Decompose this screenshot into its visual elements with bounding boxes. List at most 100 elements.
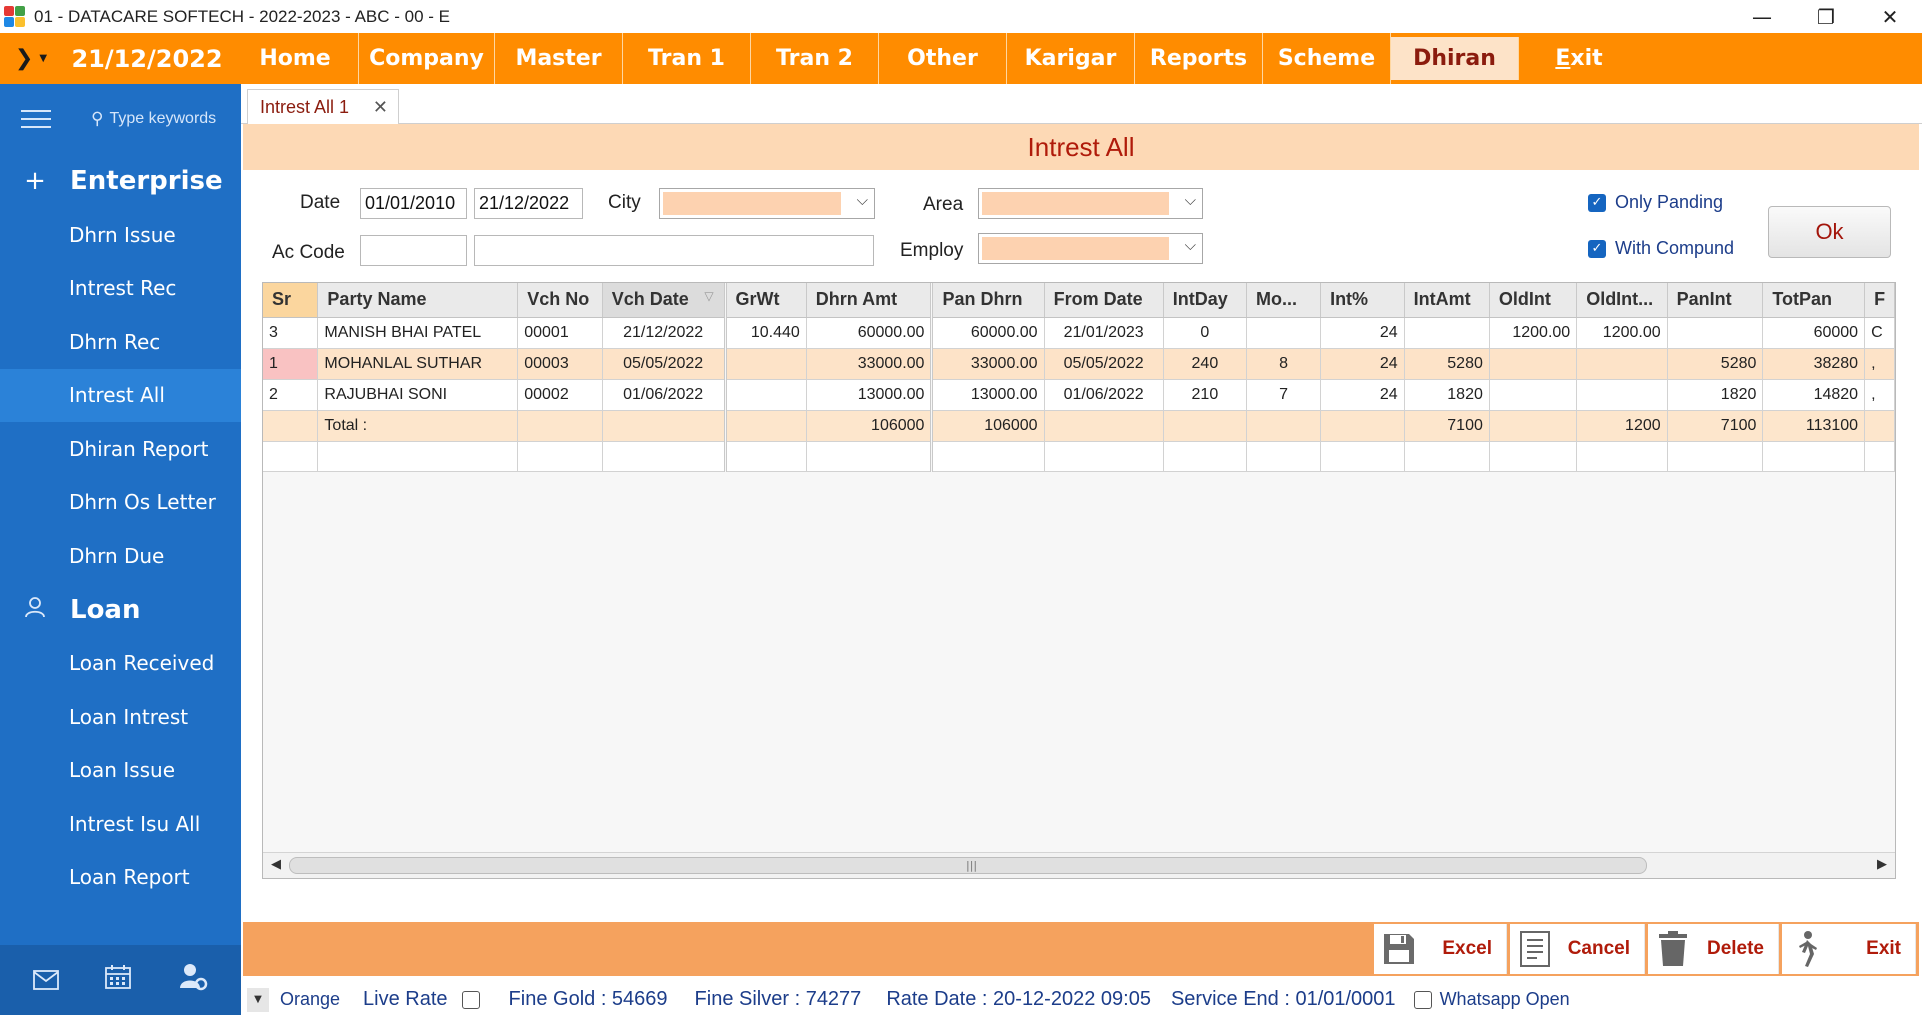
theme-dropdown[interactable]: ▼ xyxy=(247,987,269,1012)
cell-pan-dhrn: 13000.00 xyxy=(931,379,1045,411)
section-enterprise[interactable]: + Enterprise xyxy=(0,154,241,208)
excel-button[interactable]: Excel xyxy=(1374,924,1507,974)
cell-pan-dhrn: 60000.00 xyxy=(931,317,1045,349)
col-int-amt[interactable]: IntAmt xyxy=(1404,283,1490,318)
col-tot-pan[interactable]: TotPan xyxy=(1762,283,1866,318)
hamburger-icon[interactable] xyxy=(21,110,51,128)
caret-down-icon: ▼ xyxy=(39,53,48,64)
cell-int-amt: 1820 xyxy=(1404,379,1490,411)
delete-button[interactable]: Delete xyxy=(1648,924,1779,974)
table-row[interactable]: 3 MANISH BHAI PATEL 00001 21/12/2022 10.… xyxy=(263,317,1895,349)
cell-old-int-2 xyxy=(1576,379,1668,411)
sidebar-item-intrest-all[interactable]: Intrest All xyxy=(0,368,241,422)
sidebar-item-intrest-rec[interactable]: Intrest Rec xyxy=(0,262,241,316)
horizontal-scrollbar[interactable]: ◀ ||| ▶ xyxy=(263,852,1895,878)
employ-select[interactable]: ⌵ xyxy=(978,233,1203,264)
city-select-value xyxy=(663,192,841,215)
scroll-thumb[interactable]: ||| xyxy=(289,857,1647,874)
user-settings-icon[interactable] xyxy=(178,962,208,999)
table-row[interactable]: 1 MOHANLAL SUTHAR 00003 05/05/2022 33000… xyxy=(263,348,1895,380)
area-select[interactable]: ⌵ xyxy=(978,188,1203,219)
ok-button[interactable]: Ok xyxy=(1768,206,1891,258)
checkmark-icon: ✓ xyxy=(1588,193,1606,212)
menu-toggle-button[interactable]: ❯ ▼ xyxy=(0,33,62,84)
menu-other[interactable]: Other xyxy=(879,33,1007,84)
cell-party: RAJUBHAI SONI xyxy=(317,379,519,411)
cell-sr: 2 xyxy=(263,379,319,411)
sidebar-item-dhiran-report[interactable]: Dhiran Report xyxy=(0,422,241,476)
col-sr[interactable]: Sr xyxy=(263,283,319,318)
whatsapp-checkbox[interactable] xyxy=(1413,990,1432,1009)
col-mo[interactable]: Mo... xyxy=(1246,283,1322,318)
col-party-name[interactable]: Party Name xyxy=(317,283,519,318)
menu-exit[interactable]: Exit xyxy=(1519,33,1639,84)
date-to-input[interactable] xyxy=(474,188,583,219)
sidebar-item-intrest-isu-all[interactable]: Intrest Isu All xyxy=(0,797,241,851)
col-pan-dhrn[interactable]: Pan Dhrn xyxy=(931,283,1045,318)
minimize-button[interactable]: — xyxy=(1730,0,1794,33)
menu-dhiran[interactable]: Dhiran xyxy=(1391,37,1519,80)
total-label: Total : xyxy=(317,410,519,442)
cell-int-day: 240 xyxy=(1163,348,1248,380)
sidebar-item-loan-intrest[interactable]: Loan Intrest xyxy=(0,690,241,744)
sidebar-item-dhrn-due[interactable]: Dhrn Due xyxy=(0,529,241,583)
live-rate-checkbox[interactable] xyxy=(461,990,480,1009)
menu-karigar[interactable]: Karigar xyxy=(1007,33,1135,84)
total-pan-dhrn: 106000 xyxy=(931,410,1045,442)
section-loan[interactable]: Loan xyxy=(0,583,241,637)
scroll-right-icon[interactable]: ▶ xyxy=(1877,857,1887,872)
menu-home[interactable]: Home xyxy=(232,33,359,84)
col-int-pct[interactable]: Int% xyxy=(1320,283,1405,318)
menu-scheme[interactable]: Scheme xyxy=(1263,33,1391,84)
city-select[interactable]: ⌵ xyxy=(659,188,875,219)
cell-pan-dhrn: 33000.00 xyxy=(931,348,1045,380)
col-old-int-2[interactable]: OldInt... xyxy=(1576,283,1668,318)
mail-icon[interactable] xyxy=(33,964,60,997)
new-row[interactable] xyxy=(263,441,1895,472)
col-int-day[interactable]: IntDay xyxy=(1163,283,1248,318)
sidebar-item-loan-report[interactable]: Loan Report xyxy=(0,851,241,905)
col-grwt[interactable]: GrWt xyxy=(725,283,807,318)
tab-intrest-all-1[interactable]: Intrest All 1 ✕ xyxy=(247,89,399,125)
employ-select-value xyxy=(982,237,1169,260)
ac-name-input[interactable] xyxy=(474,235,874,266)
cell-int-amt xyxy=(1404,317,1490,349)
exit-button[interactable]: Exit xyxy=(1782,924,1916,974)
filter-icon[interactable]: ▽ xyxy=(704,289,713,303)
sidebar-item-dhrn-issue[interactable]: Dhrn Issue xyxy=(0,208,241,262)
table-row[interactable]: 2 RAJUBHAI SONI 00002 01/06/2022 13000.0… xyxy=(263,379,1895,411)
tab-close-icon[interactable]: ✕ xyxy=(373,97,388,118)
restore-button[interactable]: ❐ xyxy=(1794,0,1858,33)
menu-master[interactable]: Master xyxy=(495,33,623,84)
col-from-date[interactable]: From Date xyxy=(1044,283,1164,318)
only-panding-checkbox[interactable]: ✓ Only Panding xyxy=(1588,192,1723,213)
sidebar-search[interactable]: ⚲ Type keywords xyxy=(91,109,216,129)
col-vch-date[interactable]: Vch Date ▽ xyxy=(602,283,727,318)
cell-from-date: 05/05/2022 xyxy=(1044,348,1164,380)
sidebar-item-loan-issue[interactable]: Loan Issue xyxy=(0,744,241,798)
menu-company[interactable]: Company xyxy=(359,33,495,84)
title-bar: 01 - DATACARE SOFTECH - 2022-2023 - ABC … xyxy=(0,0,1922,33)
date-from-input[interactable] xyxy=(360,188,467,219)
col-pan-int[interactable]: PanInt xyxy=(1667,283,1764,318)
menu-reports[interactable]: Reports xyxy=(1135,33,1263,84)
calendar-icon[interactable] xyxy=(105,964,132,997)
col-f[interactable]: F xyxy=(1864,283,1895,318)
cell-sr: 1 xyxy=(263,348,319,380)
sidebar-item-dhrn-os-letter[interactable]: Dhrn Os Letter xyxy=(0,476,241,530)
cell-from-date xyxy=(1044,410,1164,442)
close-button[interactable]: ✕ xyxy=(1858,0,1922,33)
menu-tran-2[interactable]: Tran 2 xyxy=(751,33,879,84)
sidebar-item-dhrn-rec[interactable]: Dhrn Rec xyxy=(0,315,241,369)
col-vch-no[interactable]: Vch No xyxy=(517,283,603,318)
with-compund-checkbox[interactable]: ✓ With Compund xyxy=(1588,238,1734,259)
cancel-button[interactable]: Cancel xyxy=(1510,924,1645,974)
area-label: Area xyxy=(923,194,964,215)
ac-code-input[interactable] xyxy=(360,235,467,266)
only-panding-label: Only Panding xyxy=(1615,192,1724,212)
menu-tran-1[interactable]: Tran 1 xyxy=(623,33,751,84)
sidebar-item-loan-received[interactable]: Loan Received xyxy=(0,637,241,691)
scroll-left-icon[interactable]: ◀ xyxy=(271,857,281,872)
col-old-int[interactable]: OldInt xyxy=(1489,283,1578,318)
col-dhrn-amt[interactable]: Dhrn Amt xyxy=(806,283,934,318)
